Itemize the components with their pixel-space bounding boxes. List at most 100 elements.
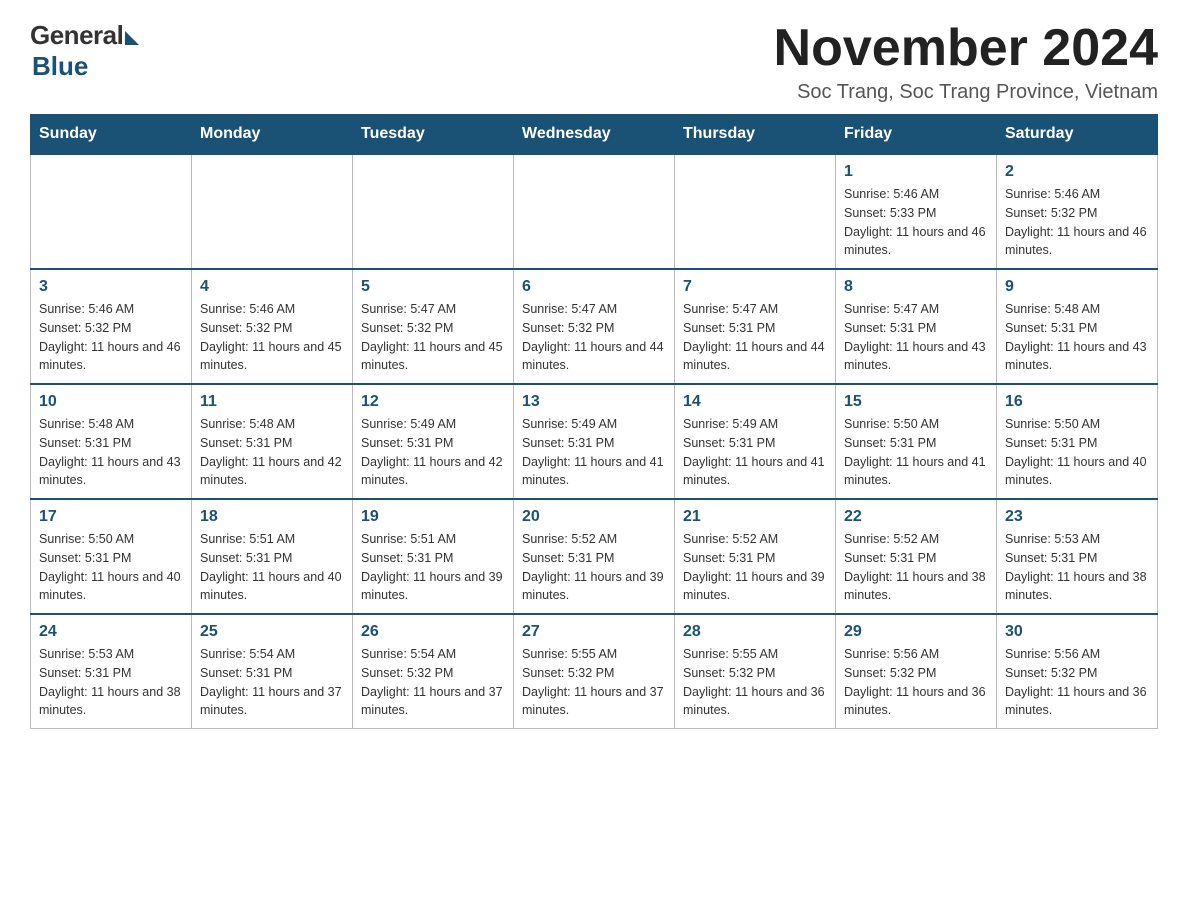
calendar-cell: 25 Sunrise: 5:54 AM Sunset: 5:31 PM Dayli… xyxy=(192,614,353,729)
calendar-cell: 5 Sunrise: 5:47 AM Sunset: 5:32 PM Daylig… xyxy=(353,269,514,384)
day-info: Sunrise: 5:48 AM Sunset: 5:31 PM Dayligh… xyxy=(1005,300,1149,375)
logo-general-text: General xyxy=(30,20,123,51)
day-info: Sunrise: 5:50 AM Sunset: 5:31 PM Dayligh… xyxy=(39,530,183,605)
calendar-cell: 11Sunrise: 5:48 AM Sunset: 5:31 PM Dayli… xyxy=(192,384,353,499)
calendar-cell: 29 Sunrise: 5:56 AM Sunset: 5:32 PM Dayli… xyxy=(836,614,997,729)
calendar-cell: 1 Sunrise: 5:46 AM Sunset: 5:33 PM Daylig… xyxy=(836,154,997,269)
day-number: 30 xyxy=(1005,623,1149,641)
page-header: General Blue November 2024 Soc Trang, So… xyxy=(30,20,1158,104)
week-row-5: 24 Sunrise: 5:53 AM Sunset: 5:31 PM Dayli… xyxy=(31,614,1158,729)
calendar-cell: 19Sunrise: 5:51 AM Sunset: 5:31 PM Dayli… xyxy=(353,499,514,614)
day-number: 3 xyxy=(39,278,183,296)
calendar-header-row: SundayMondayTuesdayWednesdayThursdayFrid… xyxy=(31,115,1158,155)
day-info: Sunrise: 5:53 AM Sunset: 5:31 PM Dayligh… xyxy=(1005,530,1149,605)
col-header-wednesday: Wednesday xyxy=(514,115,675,155)
day-info: Sunrise: 5:46 AM Sunset: 5:32 PM Dayligh… xyxy=(200,300,344,375)
calendar-cell: 20 Sunrise: 5:52 AM Sunset: 5:31 PM Dayli… xyxy=(514,499,675,614)
logo-arrow-icon xyxy=(125,31,139,45)
calendar-cell xyxy=(514,154,675,269)
day-number: 1 xyxy=(844,163,988,181)
day-info: Sunrise: 5:46 AM Sunset: 5:32 PM Dayligh… xyxy=(1005,185,1149,260)
day-info: Sunrise: 5:50 AM Sunset: 5:31 PM Dayligh… xyxy=(1005,415,1149,490)
calendar-cell xyxy=(675,154,836,269)
day-number: 6 xyxy=(522,278,666,296)
day-info: Sunrise: 5:50 AM Sunset: 5:31 PM Dayligh… xyxy=(844,415,988,490)
day-info: Sunrise: 5:52 AM Sunset: 5:31 PM Dayligh… xyxy=(844,530,988,605)
day-info: Sunrise: 5:52 AM Sunset: 5:31 PM Dayligh… xyxy=(683,530,827,605)
day-info: Sunrise: 5:47 AM Sunset: 5:31 PM Dayligh… xyxy=(844,300,988,375)
calendar-cell: 8 Sunrise: 5:47 AM Sunset: 5:31 PM Daylig… xyxy=(836,269,997,384)
day-info: Sunrise: 5:55 AM Sunset: 5:32 PM Dayligh… xyxy=(683,645,827,720)
calendar-table: SundayMondayTuesdayWednesdayThursdayFrid… xyxy=(30,114,1158,729)
calendar-cell: 23Sunrise: 5:53 AM Sunset: 5:31 PM Dayli… xyxy=(997,499,1158,614)
day-info: Sunrise: 5:47 AM Sunset: 5:31 PM Dayligh… xyxy=(683,300,827,375)
month-title: November 2024 xyxy=(774,20,1158,77)
week-row-1: 1 Sunrise: 5:46 AM Sunset: 5:33 PM Daylig… xyxy=(31,154,1158,269)
calendar-cell: 2Sunrise: 5:46 AM Sunset: 5:32 PM Daylig… xyxy=(997,154,1158,269)
day-number: 29 xyxy=(844,623,988,641)
day-info: Sunrise: 5:56 AM Sunset: 5:32 PM Dayligh… xyxy=(844,645,988,720)
day-info: Sunrise: 5:56 AM Sunset: 5:32 PM Dayligh… xyxy=(1005,645,1149,720)
calendar-cell: 16 Sunrise: 5:50 AM Sunset: 5:31 PM Dayli… xyxy=(997,384,1158,499)
day-number: 24 xyxy=(39,623,183,641)
day-number: 26 xyxy=(361,623,505,641)
subtitle: Soc Trang, Soc Trang Province, Vietnam xyxy=(774,81,1158,104)
title-section: November 2024 Soc Trang, Soc Trang Provi… xyxy=(774,20,1158,104)
col-header-friday: Friday xyxy=(836,115,997,155)
day-number: 8 xyxy=(844,278,988,296)
day-number: 16 xyxy=(1005,393,1149,411)
calendar-cell: 17 Sunrise: 5:50 AM Sunset: 5:31 PM Dayli… xyxy=(31,499,192,614)
logo-blue-text: Blue xyxy=(32,51,88,82)
calendar-cell: 21 Sunrise: 5:52 AM Sunset: 5:31 PM Dayli… xyxy=(675,499,836,614)
calendar-cell: 28 Sunrise: 5:55 AM Sunset: 5:32 PM Dayli… xyxy=(675,614,836,729)
day-number: 25 xyxy=(200,623,344,641)
week-row-4: 17 Sunrise: 5:50 AM Sunset: 5:31 PM Dayli… xyxy=(31,499,1158,614)
calendar-cell xyxy=(31,154,192,269)
calendar-cell: 22 Sunrise: 5:52 AM Sunset: 5:31 PM Dayli… xyxy=(836,499,997,614)
day-info: Sunrise: 5:54 AM Sunset: 5:31 PM Dayligh… xyxy=(200,645,344,720)
day-info: Sunrise: 5:48 AM Sunset: 5:31 PM Dayligh… xyxy=(200,415,344,490)
day-info: Sunrise: 5:54 AM Sunset: 5:32 PM Dayligh… xyxy=(361,645,505,720)
col-header-monday: Monday xyxy=(192,115,353,155)
calendar-cell: 30 Sunrise: 5:56 AM Sunset: 5:32 PM Dayli… xyxy=(997,614,1158,729)
day-info: Sunrise: 5:47 AM Sunset: 5:32 PM Dayligh… xyxy=(361,300,505,375)
day-number: 17 xyxy=(39,508,183,526)
day-number: 13 xyxy=(522,393,666,411)
day-info: Sunrise: 5:49 AM Sunset: 5:31 PM Dayligh… xyxy=(683,415,827,490)
day-info: Sunrise: 5:49 AM Sunset: 5:31 PM Dayligh… xyxy=(522,415,666,490)
col-header-thursday: Thursday xyxy=(675,115,836,155)
day-number: 22 xyxy=(844,508,988,526)
day-number: 28 xyxy=(683,623,827,641)
day-number: 18 xyxy=(200,508,344,526)
logo: General Blue xyxy=(30,20,139,82)
day-number: 14 xyxy=(683,393,827,411)
col-header-saturday: Saturday xyxy=(997,115,1158,155)
calendar-cell: 14 Sunrise: 5:49 AM Sunset: 5:31 PM Dayli… xyxy=(675,384,836,499)
day-info: Sunrise: 5:46 AM Sunset: 5:33 PM Dayligh… xyxy=(844,185,988,260)
day-info: Sunrise: 5:46 AM Sunset: 5:32 PM Dayligh… xyxy=(39,300,183,375)
day-number: 7 xyxy=(683,278,827,296)
day-number: 9 xyxy=(1005,278,1149,296)
day-info: Sunrise: 5:47 AM Sunset: 5:32 PM Dayligh… xyxy=(522,300,666,375)
calendar-cell: 18Sunrise: 5:51 AM Sunset: 5:31 PM Dayli… xyxy=(192,499,353,614)
day-number: 10 xyxy=(39,393,183,411)
col-header-sunday: Sunday xyxy=(31,115,192,155)
calendar-cell: 9 Sunrise: 5:48 AM Sunset: 5:31 PM Daylig… xyxy=(997,269,1158,384)
calendar-cell: 3 Sunrise: 5:46 AM Sunset: 5:32 PM Daylig… xyxy=(31,269,192,384)
day-number: 4 xyxy=(200,278,344,296)
calendar-cell: 6 Sunrise: 5:47 AM Sunset: 5:32 PM Daylig… xyxy=(514,269,675,384)
calendar-cell: 4 Sunrise: 5:46 AM Sunset: 5:32 PM Daylig… xyxy=(192,269,353,384)
day-number: 27 xyxy=(522,623,666,641)
day-number: 20 xyxy=(522,508,666,526)
day-info: Sunrise: 5:55 AM Sunset: 5:32 PM Dayligh… xyxy=(522,645,666,720)
day-number: 21 xyxy=(683,508,827,526)
day-info: Sunrise: 5:53 AM Sunset: 5:31 PM Dayligh… xyxy=(39,645,183,720)
day-info: Sunrise: 5:52 AM Sunset: 5:31 PM Dayligh… xyxy=(522,530,666,605)
calendar-cell: 13 Sunrise: 5:49 AM Sunset: 5:31 PM Dayli… xyxy=(514,384,675,499)
day-number: 5 xyxy=(361,278,505,296)
calendar-cell: 26 Sunrise: 5:54 AM Sunset: 5:32 PM Dayli… xyxy=(353,614,514,729)
calendar-cell xyxy=(353,154,514,269)
day-number: 12 xyxy=(361,393,505,411)
calendar-cell: 24 Sunrise: 5:53 AM Sunset: 5:31 PM Dayli… xyxy=(31,614,192,729)
calendar-cell: 15Sunrise: 5:50 AM Sunset: 5:31 PM Dayli… xyxy=(836,384,997,499)
